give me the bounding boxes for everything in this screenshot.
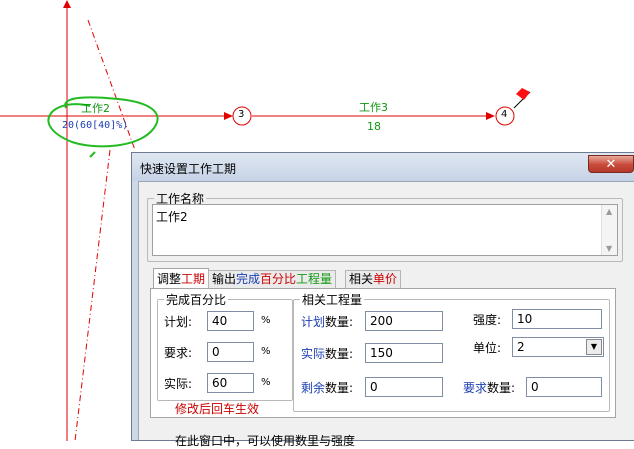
actual-qty-label: 实际数量: bbox=[301, 347, 354, 361]
actual-percent-label: 实际: bbox=[164, 377, 193, 391]
dialog-title: 快速设置工作工期 bbox=[140, 162, 237, 176]
plan-qty-input[interactable]: 200 bbox=[365, 311, 443, 331]
plan-percent-unit: % bbox=[261, 315, 271, 326]
actual-qty-input[interactable]: 150 bbox=[365, 343, 443, 363]
scroll-down-icon[interactable]: ▼ bbox=[606, 244, 612, 253]
vertical-axis-arrowhead bbox=[63, 0, 71, 8]
node-3-label: 3 bbox=[238, 109, 245, 120]
tab-1-label-part-1: 完成 bbox=[236, 272, 261, 286]
dialog-titlebar[interactable]: 快速设置工作工期 ✕ bbox=[132, 153, 634, 181]
flag-icon bbox=[516, 88, 530, 100]
scroll-up-icon[interactable]: ▲ bbox=[606, 207, 612, 216]
tab-2-label-part-1: 单价 bbox=[373, 272, 398, 286]
task3-arrowhead bbox=[486, 112, 495, 120]
actual-percent-unit: % bbox=[261, 377, 271, 388]
required-qty-label: 要求数量: bbox=[463, 381, 516, 395]
task2-arrowhead bbox=[224, 112, 233, 120]
close-button[interactable]: ✕ bbox=[588, 155, 634, 173]
required-qty-input[interactable]: 0 bbox=[526, 377, 602, 397]
unit-label: 单位: bbox=[473, 341, 502, 355]
tab-0-label-part-1: 工期 bbox=[181, 272, 206, 286]
remaining-qty-input[interactable]: 0 bbox=[365, 377, 443, 397]
tab-1-label-part-2: 百分比 bbox=[260, 272, 297, 286]
plan-qty-label: 计划数量: bbox=[301, 315, 354, 329]
textarea-scrollbar[interactable]: ▲ ▼ bbox=[601, 205, 617, 255]
tab-output-completion[interactable]: 输出完成百分比工程量 bbox=[208, 270, 337, 288]
tab-0-label-part-0: 调整 bbox=[157, 272, 182, 286]
work-name-textarea[interactable]: 工作2 ▲ ▼ bbox=[152, 204, 618, 256]
required-percent-input[interactable]: 0 bbox=[207, 342, 254, 362]
tab-2-label-part-0: 相关 bbox=[349, 272, 374, 286]
required-percent-unit: % bbox=[261, 346, 271, 357]
unit-select-value: 2 bbox=[517, 340, 525, 354]
task3-duration-label[interactable]: 18 bbox=[367, 120, 381, 133]
actual-percent-input[interactable]: 60 bbox=[207, 373, 254, 393]
unit-select[interactable]: 2 ▼ bbox=[512, 337, 604, 357]
task2-name-label[interactable]: 工作2 bbox=[81, 100, 110, 116]
remaining-qty-label: 剩余数量: bbox=[301, 381, 354, 395]
task3-name-label[interactable]: 工作3 bbox=[359, 99, 388, 115]
task2-duration-label[interactable]: 20(60[40]%) bbox=[62, 120, 128, 131]
dialog-client-area: 工作名称 工作2 ▲ ▼ 调整工期 输出完成百分比工程量 相关单价 完成百分比 … bbox=[138, 181, 634, 448]
apply-hint: 修改后回车生效 bbox=[175, 402, 260, 416]
intensity-input[interactable]: 10 bbox=[512, 309, 602, 329]
plan-percent-label: 计划: bbox=[164, 315, 193, 329]
quick-set-duration-dialog: 快速设置工作工期 ✕ 工作名称 工作2 ▲ ▼ 调整工期 输出完成百分比工程量 … bbox=[131, 152, 634, 448]
tab-related-price[interactable]: 相关单价 bbox=[345, 270, 402, 288]
tab-1-label-part-3: 工程量 bbox=[296, 272, 333, 286]
dashdot-line-bottom bbox=[74, 149, 111, 441]
tab-adjust-duration[interactable]: 调整工期 bbox=[153, 268, 210, 289]
node-4-label: 4 bbox=[501, 109, 508, 120]
tab-panel: 完成百分比 计划: 40 % 要求: 0 % 实际: 60 % 修改后回车生效 … bbox=[150, 288, 616, 418]
work-name-value: 工作2 bbox=[156, 210, 188, 224]
intensity-label: 强度: bbox=[473, 313, 502, 327]
tab-1-label-part-0: 输出 bbox=[212, 272, 237, 286]
percent-group-title: 完成百分比 bbox=[166, 293, 227, 307]
dropdown-arrow-icon[interactable]: ▼ bbox=[586, 339, 602, 355]
required-percent-label: 要求: bbox=[164, 346, 193, 360]
quantity-group-title: 相关工程量 bbox=[302, 293, 363, 307]
annotation-tick bbox=[89, 151, 96, 158]
plan-percent-input[interactable]: 40 bbox=[207, 311, 254, 331]
